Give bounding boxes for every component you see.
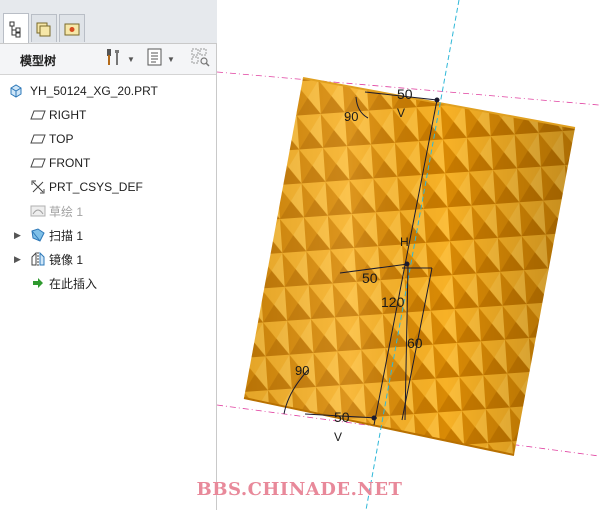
top-width-dimension[interactable]: 50 (397, 86, 413, 102)
tree-item-root-part[interactable]: YH_50124_XG_20.PRT (0, 79, 216, 103)
tree-item-label: PRT_CSYS_DEF (49, 180, 143, 194)
tree-item-label: 镜像 1 (49, 252, 84, 267)
model-tree-panel: 模型树 ▼ ▼ YH_50124_XG_20.PRT RIGHT TOP FRO… (0, 0, 217, 510)
half-height-dimension[interactable]: 60 (407, 335, 423, 351)
expand-arrow-icon[interactable]: ▶ (14, 254, 24, 265)
tree-item-label: 草绘 1 (49, 204, 84, 219)
list-icon (146, 47, 164, 72)
folder-icon[interactable] (31, 14, 57, 42)
chevron-down-icon: ▼ (167, 54, 175, 64)
tree-item-insert-here[interactable]: 在此插入 (0, 271, 216, 295)
bottom-angle-dimension[interactable]: 90 (295, 363, 309, 378)
tree-item-csys[interactable]: PRT_CSYS_DEF (0, 175, 216, 199)
tree-item-label: RIGHT (49, 108, 87, 122)
horizontal-constraint[interactable]: H (400, 235, 409, 249)
tree-settings-button[interactable]: ▼ (104, 47, 135, 72)
mirror-icon (30, 251, 46, 267)
panel-tab-bar (0, 0, 217, 44)
model-tree-header: 模型树 ▼ ▼ (0, 44, 216, 75)
tree-item-label: 扫描 1 (49, 228, 84, 243)
sweep-icon (30, 227, 46, 243)
tools-icon (104, 47, 124, 72)
part-icon (8, 83, 24, 99)
datum-plane-icon (30, 155, 46, 171)
tree-item-sweep[interactable]: ▶ 扫描 1 (0, 223, 216, 247)
datum-plane-icon (30, 131, 46, 147)
filter-icon (190, 47, 210, 72)
datum-plane-icon (30, 107, 46, 123)
chevron-down-icon: ▼ (127, 54, 135, 64)
tree-item-label: 在此插入 (49, 276, 98, 291)
tree-item-mirror[interactable]: ▶ 镜像 1 (0, 247, 216, 271)
csys-icon (30, 179, 46, 195)
mid-width-dimension[interactable]: 50 (362, 270, 378, 286)
tree-show-button[interactable]: ▼ (146, 47, 175, 72)
bottom-width-dimension[interactable]: 50 (334, 409, 350, 425)
height-dimension[interactable]: 120 (381, 294, 405, 310)
model-canvas[interactable]: 50 90 V H 50 120 60 90 50 V (217, 0, 599, 510)
tree-item-label: YH_50124_XG_20.PRT (30, 84, 158, 98)
tree-filter-button[interactable] (190, 47, 210, 72)
tree-item-sketch[interactable]: 草绘 1 (0, 199, 216, 223)
model-tree-title: 模型树 (20, 54, 57, 68)
watermark-text: BBS.CHINADE.NET (196, 479, 403, 500)
top-angle-dimension[interactable]: 90 (344, 109, 358, 124)
top-vertical-constraint[interactable]: V (397, 106, 405, 120)
tree-item-front[interactable]: FRONT (0, 151, 216, 175)
graphics-viewport[interactable]: 50 90 V H 50 120 60 90 50 V (217, 0, 599, 510)
expand-arrow-icon[interactable]: ▶ (14, 230, 24, 241)
tree-icon[interactable] (3, 13, 29, 43)
sketch-icon (30, 203, 46, 219)
favorites-icon[interactable] (59, 14, 85, 42)
tree-item-label: TOP (49, 132, 74, 146)
tree-item-right[interactable]: RIGHT (0, 103, 216, 127)
insert-arrow-icon (30, 275, 46, 291)
tree-item-label: FRONT (49, 156, 91, 170)
bottom-vertical-constraint[interactable]: V (334, 430, 342, 444)
tree-item-top[interactable]: TOP (0, 127, 216, 151)
